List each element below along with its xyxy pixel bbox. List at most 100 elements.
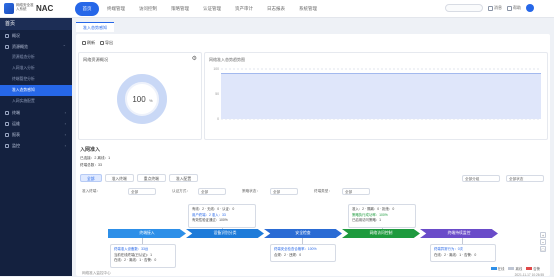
messages-button[interactable]: 消息 xyxy=(488,5,502,11)
footer-caption: 网络准入监控中心 xyxy=(82,271,111,275)
sidebar-item-resources[interactable]: 资源概览 ⌃ xyxy=(0,41,72,52)
info-line-1: 已连接：2 离线：1 xyxy=(80,156,111,160)
refresh-button[interactable]: 刷新 xyxy=(82,40,95,46)
stage-terminal-access[interactable]: 终端接入 xyxy=(108,229,186,238)
sidebar-item-more-2[interactable]: 运维 › xyxy=(0,118,72,129)
filter-4-label: 终端类型： xyxy=(314,189,332,193)
sidebar-subitem-1[interactable]: 资源组态分析 xyxy=(0,52,72,63)
avatar[interactable] xyxy=(526,4,534,12)
top-bar: 网络安全准入系统 NAC 首页 终端管理 访问控制 策略管理 认证管理 资产审计… xyxy=(0,0,554,18)
report-icon xyxy=(5,132,9,137)
resource-gauge: 100 % xyxy=(117,74,167,124)
filter-tab-config[interactable]: 准入配置 xyxy=(168,174,199,182)
y-tick-label: 0 xyxy=(217,117,219,121)
sidebar-subitem-2[interactable]: 入网准入分析 xyxy=(0,63,72,74)
brand-name: NAC xyxy=(36,4,54,13)
legend-label: 告警 xyxy=(533,267,540,271)
status-select[interactable]: 全部状态 xyxy=(506,175,544,182)
nav-item-access[interactable]: 访问控制 xyxy=(133,2,163,16)
sidebar-subitem-active[interactable]: 准入态势感知 xyxy=(0,85,72,96)
stage-security-check[interactable]: 安全检查 xyxy=(264,229,342,238)
chevron-up-icon: ⌃ xyxy=(62,44,66,49)
search-input[interactable] xyxy=(445,4,483,12)
stage-access-control[interactable]: 网络访问控制 xyxy=(342,229,420,238)
filter-tab-key[interactable]: 重点终端 xyxy=(136,174,166,182)
timestamp: 2021-11-17 10:26:55 xyxy=(514,273,544,277)
nav-item-system[interactable]: 系统管理 xyxy=(293,2,323,16)
sidebar-item-more-1[interactable]: 终端 › xyxy=(0,107,72,118)
help-label: 帮助 xyxy=(513,5,521,10)
zoom-controls: + − □ xyxy=(540,232,548,252)
sidebar-item-more-4[interactable]: 监控 › xyxy=(0,140,72,151)
stage-device-classify[interactable]: 设备识别分类 xyxy=(186,229,264,238)
sidebar-item-label: 终端 xyxy=(12,110,20,115)
filter-tab-all[interactable]: 全部 xyxy=(80,174,102,182)
monitor-icon xyxy=(5,143,9,148)
sidebar: 首页 概况 资源概览 ⌃ 资源组态分析 入网准入分析 终端管控分析 准入态势感知 … xyxy=(0,18,72,276)
filter-4-select[interactable]: 全部 xyxy=(342,188,370,195)
main-card: 刷新 导出 网络资源概况 ⚙ 100 % 网络准入态势趋势图 100 50 0 入网… xyxy=(76,34,550,277)
brand-subtitle: 网络安全准入系统 xyxy=(16,3,34,11)
flow-box-access: 准入：2 · 隔离：0 · 拒绝：0 策略执行成功率：100% 已启用访问策略：… xyxy=(348,204,416,228)
resource-panel-title: 网络资源概况 xyxy=(83,57,109,62)
nav-item-logs[interactable]: 日志报表 xyxy=(261,2,291,16)
legend-label: 离线 xyxy=(515,267,523,271)
grid-icon xyxy=(5,44,9,49)
help-button[interactable]: 帮助 xyxy=(507,5,521,11)
tab-situation[interactable]: 准入态势感知 xyxy=(76,22,114,32)
sidebar-item-label: 资源概览 xyxy=(12,44,28,49)
sidebar-subitem-3[interactable]: 终端管控分析 xyxy=(0,74,72,85)
legend-alarm: 告警 xyxy=(526,266,540,271)
filter-2-label: 认证方式： xyxy=(172,189,190,193)
sidebar-item-label: 报表 xyxy=(12,132,20,137)
filter-2-select[interactable]: 全部 xyxy=(198,188,226,195)
chevron-right-icon: › xyxy=(64,110,66,115)
info-line-2: 终端总数：33 xyxy=(80,163,102,167)
filter-1-label: 准入终端： xyxy=(82,189,100,193)
sidebar-title: 首页 xyxy=(0,18,72,30)
nav-item-auth[interactable]: 认证管理 xyxy=(197,2,227,16)
legend: 在线 离线 告警 xyxy=(490,266,540,271)
legend-swatch xyxy=(490,267,497,270)
zoom-in-icon[interactable]: + xyxy=(540,232,546,238)
filter-1-select[interactable]: 全部 xyxy=(128,188,156,195)
y-tick-label: 100 xyxy=(213,67,219,71)
export-button[interactable]: 导出 xyxy=(100,40,113,46)
stage-continuous-monitor[interactable]: 终端持续监控 xyxy=(420,229,498,238)
trend-chart: 100 50 0 xyxy=(213,67,541,121)
flow-box-security-stats: 终端安全检查合格率：100% 合规：2 · 违规：0 xyxy=(270,244,336,262)
legend-label: 在线 xyxy=(497,267,505,271)
nav-item-home[interactable]: 首页 xyxy=(75,2,99,16)
group-select[interactable]: 全部分组 xyxy=(462,175,500,182)
refresh-icon xyxy=(82,41,86,45)
sidebar-item-more-3[interactable]: 报表 › xyxy=(0,129,72,140)
fit-view-icon[interactable]: □ xyxy=(540,246,546,252)
tool-icon xyxy=(5,121,9,126)
nav-item-terminal[interactable]: 终端管理 xyxy=(101,2,131,16)
filter-3-select[interactable]: 全部 xyxy=(270,188,298,195)
export-icon xyxy=(100,41,104,45)
filter-tabs: 全部 准入终端 重点终端 准入配置 xyxy=(80,174,199,182)
chevron-right-icon: › xyxy=(64,143,66,148)
sidebar-item-overview[interactable]: 概况 xyxy=(0,30,72,41)
chevron-right-icon: › xyxy=(64,121,66,126)
gear-icon[interactable]: ⚙ xyxy=(192,55,197,62)
export-label: 导出 xyxy=(105,40,113,45)
nav-item-policy[interactable]: 策略管理 xyxy=(165,2,195,16)
main-content: 准入态势感知 刷新 导出 网络资源概况 ⚙ 100 % 网络准入态势趋势图 10… xyxy=(72,18,554,277)
section-name: 入网准入 xyxy=(80,147,101,153)
resource-panel: 网络资源概况 ⚙ 100 % xyxy=(78,52,202,140)
flow-box-line: 有效性验证通过：100% xyxy=(192,218,228,222)
zoom-out-icon[interactable]: − xyxy=(540,239,546,245)
sidebar-subitem-5[interactable]: 入网实施配置 xyxy=(0,96,72,107)
gauge-value: 100 xyxy=(132,95,146,104)
nav-item-audit[interactable]: 资产审计 xyxy=(229,2,259,16)
filter-tab-admitted[interactable]: 准入终端 xyxy=(104,174,134,182)
home-icon xyxy=(5,33,9,38)
logo-icon xyxy=(4,3,14,14)
legend-swatch xyxy=(526,267,533,270)
sidebar-item-label: 概况 xyxy=(12,33,20,38)
top-right-tools: 消息 帮助 xyxy=(445,4,534,12)
sidebar-item-label: 监控 xyxy=(12,143,20,148)
page-tabs: 准入态势感知 xyxy=(76,22,114,32)
